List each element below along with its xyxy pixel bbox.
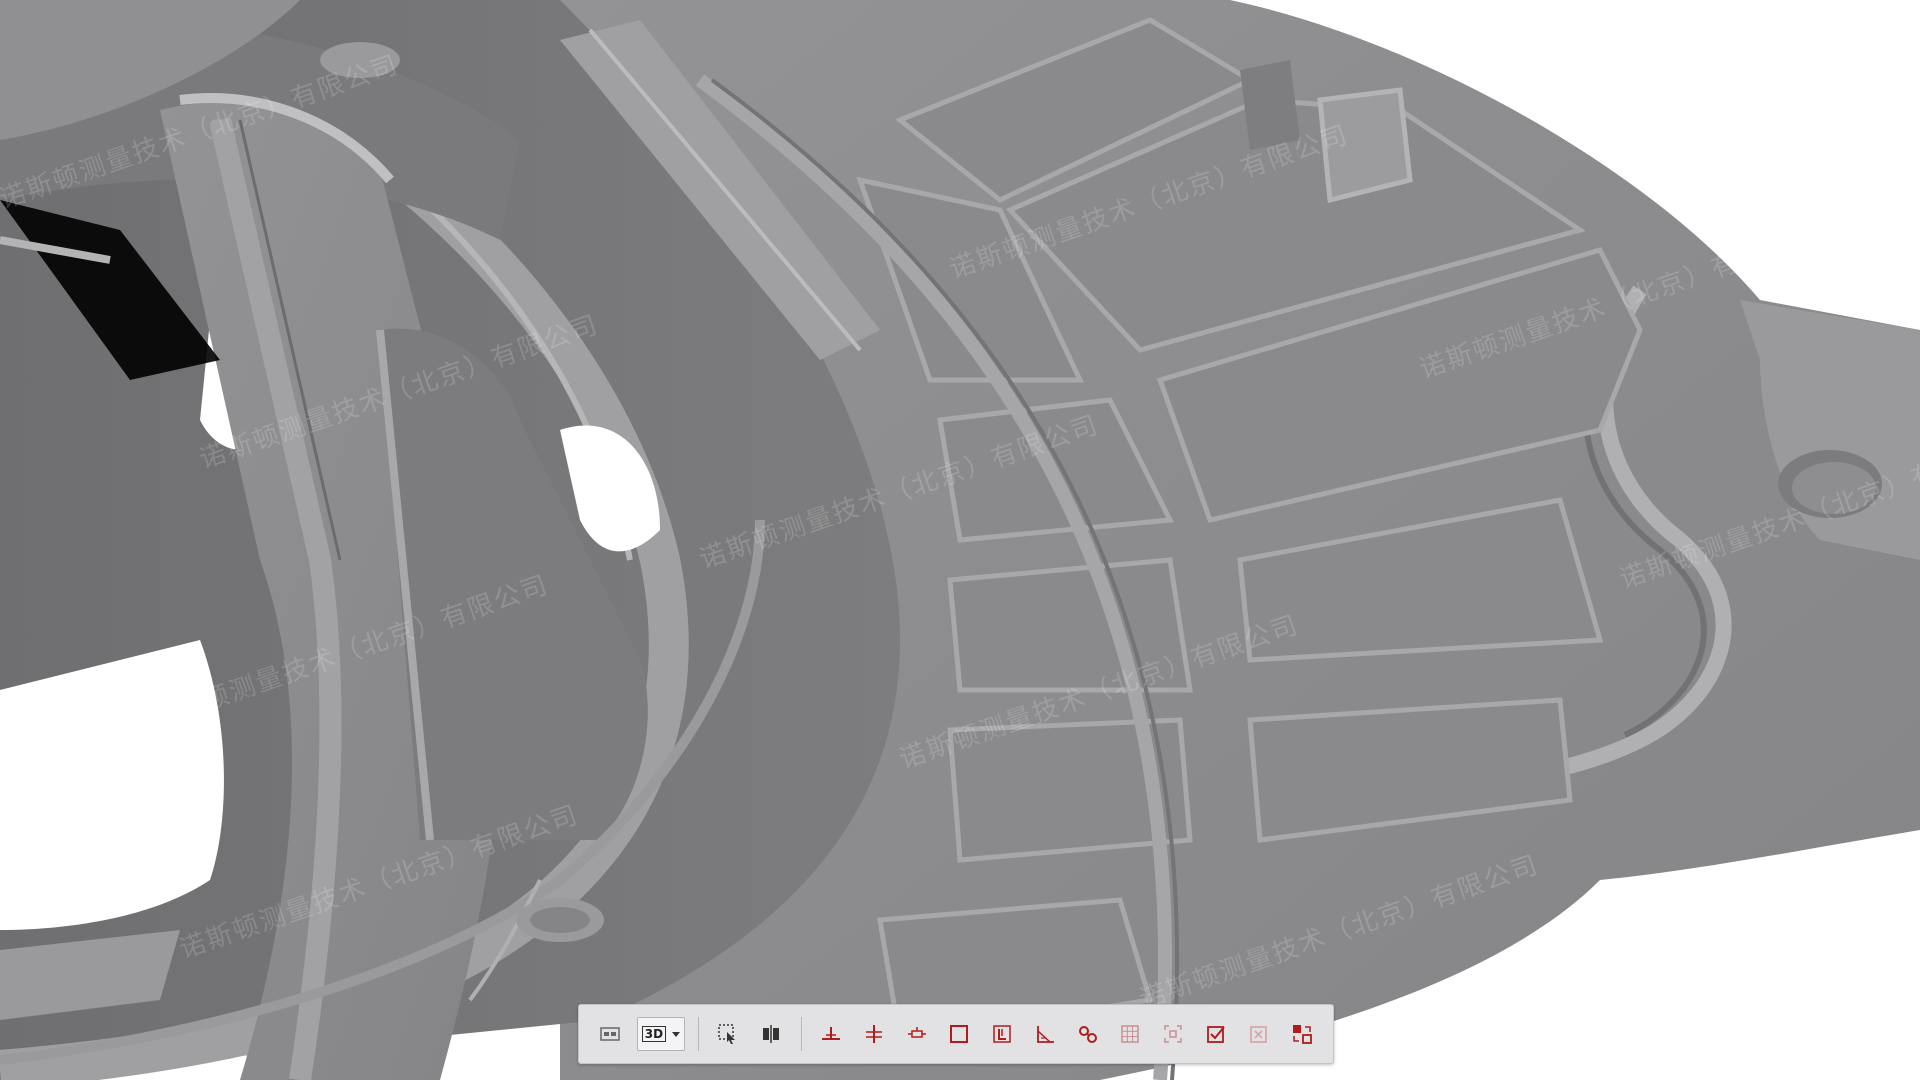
fit-view-button[interactable] xyxy=(1157,1017,1190,1051)
dimension-button[interactable] xyxy=(900,1017,933,1051)
link-icon xyxy=(1078,1026,1097,1043)
grid-icon xyxy=(1121,1025,1140,1043)
transform-button[interactable] xyxy=(1285,1017,1318,1051)
cross-section-button[interactable] xyxy=(857,1017,890,1051)
select-box-button[interactable] xyxy=(712,1017,745,1051)
check-confirm-button[interactable] xyxy=(1200,1017,1233,1051)
chevron-down-icon xyxy=(672,1031,681,1037)
window-layout-icon xyxy=(600,1027,621,1041)
grid-select-button[interactable] xyxy=(1114,1017,1147,1051)
section-icon xyxy=(865,1025,882,1043)
transform-icon xyxy=(1292,1025,1312,1044)
toolbar-separator xyxy=(800,1017,802,1051)
layout-toggle-button[interactable] xyxy=(594,1017,627,1051)
toolbar-separator xyxy=(698,1017,700,1051)
delete-icon xyxy=(1249,1026,1267,1043)
rectangle-icon xyxy=(950,1025,969,1043)
rectangle-button[interactable] xyxy=(943,1017,976,1051)
check-icon xyxy=(1207,1026,1225,1043)
plane-align-button[interactable] xyxy=(815,1017,848,1051)
select-cursor-icon xyxy=(718,1024,736,1044)
angle-icon xyxy=(1036,1026,1054,1043)
split-icon xyxy=(763,1025,780,1043)
view-mode-label: 3D xyxy=(641,1026,667,1042)
dimension-icon xyxy=(907,1027,926,1038)
3d-viewport[interactable]: 诺斯顿测量技术（北京）有限公司 诺斯顿测量技术（北京）有限公司 诺斯顿测量技术（… xyxy=(0,0,1920,1080)
fit-icon xyxy=(1164,1025,1182,1043)
align-plane-icon xyxy=(821,1027,840,1040)
bracket-frame-button[interactable] xyxy=(986,1017,1019,1051)
frame-icon xyxy=(993,1025,1011,1043)
view-mode-dropdown[interactable]: 3D xyxy=(636,1017,686,1051)
delete-cancel-button[interactable] xyxy=(1242,1017,1275,1051)
scanned-part-model[interactable] xyxy=(0,0,1920,1080)
angle-measure-button[interactable] xyxy=(1029,1017,1062,1051)
split-view-button[interactable] xyxy=(755,1017,788,1051)
bottom-toolbar: 3D xyxy=(578,1004,1334,1064)
link-features-button[interactable] xyxy=(1071,1017,1104,1051)
